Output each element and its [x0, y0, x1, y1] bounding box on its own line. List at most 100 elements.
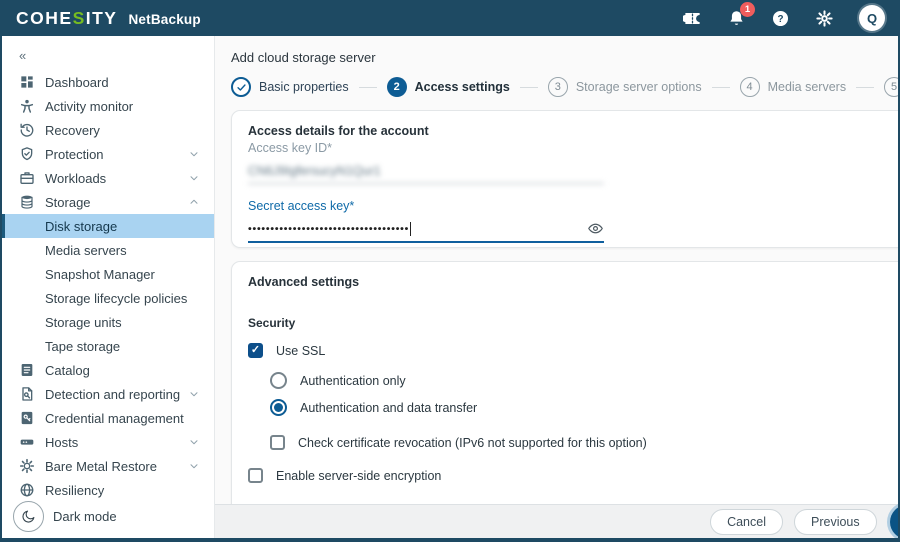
radio-row-authentication-only: Authentication only [270, 372, 898, 389]
sidebar-item-storage-units[interactable]: Storage units [2, 310, 214, 334]
sidebar-item-detection-and-reporting[interactable]: Detection and reporting [2, 382, 214, 406]
advanced-settings-header[interactable]: Advanced settings [248, 275, 898, 289]
wizard-title: Add cloud storage server [231, 50, 376, 65]
sidebar-item-dashboard[interactable]: Dashboard [2, 70, 214, 94]
sidebar-item-label: Credential management [45, 410, 184, 426]
logo-text: COHESITY [16, 7, 118, 28]
sidebar-item-catalog[interactable]: Catalog [2, 358, 214, 382]
wizard-step-basic-properties[interactable]: Basic properties [231, 77, 349, 97]
support-ticket-icon[interactable] [683, 9, 702, 28]
sidebar-item-hosts[interactable]: Hosts [2, 430, 214, 454]
resiliency-globe-icon [18, 482, 35, 499]
sidebar-item-label: Storage units [45, 314, 122, 330]
user-avatar[interactable]: Q [859, 5, 885, 31]
catalog-book-icon [18, 362, 35, 379]
detection-report-icon [18, 386, 35, 403]
wizard-panel: Add cloud storage server ✕ Basic propert… [215, 36, 898, 538]
sidebar-item-protection[interactable]: Protection [2, 142, 214, 166]
chevron-down-icon[interactable] [188, 436, 200, 448]
step-label: Storage server options [575, 80, 702, 94]
sidebar-item-recovery[interactable]: Recovery [2, 118, 214, 142]
step-connector [358, 86, 377, 88]
wizard-step-storage-server-options[interactable]: 3 Storage server options [547, 77, 702, 97]
sidebar-item-label: Recovery [45, 122, 100, 138]
checkbox-row-check-certificate-revocation-ipv6-not-su: Check certificate revocation (IPv6 not s… [270, 435, 898, 450]
step-number: 3 [547, 77, 568, 97]
checkbox-row-enable-server-side-encryption: Enable server-side encryption [248, 468, 898, 483]
chevron-down-icon[interactable] [188, 148, 200, 160]
chevron-down-icon[interactable] [188, 172, 200, 184]
show-password-eye-icon[interactable] [587, 220, 604, 237]
radio-unchecked[interactable] [270, 372, 287, 389]
step-number: 2 [386, 77, 407, 97]
advanced-settings-title: Advanced settings [248, 275, 360, 289]
checkbox-row-use-ssl: ✓ Use SSL [248, 343, 898, 358]
access-details-card: Access details for the account Access ke… [231, 110, 898, 248]
bare-metal-gear-icon [18, 458, 35, 475]
chevron-down-icon[interactable] [188, 460, 200, 472]
top-bar: COHESITY NetBackup 1 ? Q [2, 0, 898, 36]
cancel-button[interactable]: Cancel [710, 508, 783, 535]
sidebar-item-media-servers[interactable]: Media servers [2, 238, 214, 262]
sidebar-item-credential-management[interactable]: Credential management [2, 406, 214, 430]
dark-mode-toggle[interactable]: Dark mode [13, 501, 117, 532]
sidebar-item-label: Protection [45, 146, 104, 162]
access-key-input[interactable]: CN6J9IgfersucyN1Qur1 [248, 155, 604, 184]
activity-monitor-icon [18, 98, 35, 115]
wizard-step-review[interactable]: 5Review [884, 77, 898, 97]
wizard-footer: Cancel Previous Next [215, 504, 898, 538]
sidebar-item-label: Hosts [45, 434, 79, 450]
wizard-content: Access details for the account Access ke… [215, 108, 898, 504]
text-cursor [410, 221, 412, 236]
option-label: Authentication and data transfer [300, 400, 478, 415]
sidebar-item-tape-storage[interactable]: Tape storage [2, 334, 214, 358]
sidebar: « Dashboard Activity monitor Recovery Prote… [2, 36, 215, 538]
sidebar-item-storage-lifecycle-policies[interactable]: Storage lifecycle policies [2, 286, 214, 310]
sidebar-item-bare-metal-restore[interactable]: Bare Metal Restore [2, 454, 214, 478]
sidebar-item-label: Activity monitor [45, 98, 134, 114]
wizard-step-media-servers[interactable]: 4 Media servers [739, 77, 846, 97]
advanced-settings-card: Advanced settings Security ✓ Use SSL Authe… [231, 261, 898, 504]
security-options: ✓ Use SSL Authentication only Authenticatio… [248, 343, 898, 483]
app-window: COHESITY NetBackup 1 ? Q « Dashboard Acti… [0, 0, 900, 542]
settings-gear-icon[interactable] [815, 9, 834, 28]
step-connector [519, 86, 538, 88]
sidebar-item-disk-storage[interactable]: Disk storage [2, 214, 214, 238]
chevron-up-icon[interactable] [188, 196, 200, 208]
dark-mode-label: Dark mode [53, 509, 117, 524]
sidebar-item-resiliency[interactable]: Resiliency [2, 478, 214, 502]
sidebar-item-activity-monitor[interactable]: Activity monitor [2, 94, 214, 118]
security-section-label: Security [248, 316, 296, 330]
cohesity-logo[interactable]: COHESITY NetBackup [16, 8, 201, 29]
wizard-stepper: Basic properties 2 Access settings 3 Storage… [215, 68, 898, 108]
sidebar-nav: Dashboard Activity monitor Recovery Protect… [2, 70, 214, 502]
radio-checked[interactable] [270, 399, 287, 416]
sidebar-item-label: Dashboard [45, 74, 109, 90]
sidebar-item-workloads[interactable]: Workloads [2, 166, 214, 190]
sidebar-item-storage[interactable]: Storage [2, 190, 214, 214]
notifications-bell-icon[interactable]: 1 [727, 1, 755, 28]
help-icon[interactable]: ? [771, 9, 790, 28]
checkbox-unchecked[interactable] [270, 435, 285, 450]
step-label: Access settings [414, 80, 510, 94]
storage-database-icon [18, 194, 35, 211]
sidebar-item-snapshot-manager[interactable]: Snapshot Manager [2, 262, 214, 286]
step-number: 5 [884, 77, 898, 97]
checkbox-unchecked[interactable] [248, 468, 263, 483]
secret-key-masked-value: •••••••••••••••••••••••••••••••••••• [248, 222, 410, 235]
previous-button[interactable]: Previous [794, 508, 877, 535]
chevron-down-icon[interactable] [188, 388, 200, 400]
wizard-step-access-settings[interactable]: 2 Access settings [386, 77, 510, 97]
sidebar-item-label: Storage [45, 194, 91, 210]
checkbox-checked[interactable]: ✓ [248, 343, 263, 358]
sidebar-item-label: Catalog [45, 362, 90, 378]
secret-key-input[interactable]: •••••••••••••••••••••••••••••••••••• [248, 213, 604, 243]
sidebar-item-label: Resiliency [45, 482, 105, 498]
step-number: 4 [739, 77, 760, 97]
recovery-history-icon [18, 122, 35, 139]
sidebar-item-label: Workloads [45, 170, 107, 186]
product-name: NetBackup [128, 11, 201, 27]
next-button[interactable]: Next [889, 504, 898, 538]
sidebar-collapse-button[interactable]: « [2, 45, 214, 70]
svg-text:?: ? [777, 13, 783, 24]
